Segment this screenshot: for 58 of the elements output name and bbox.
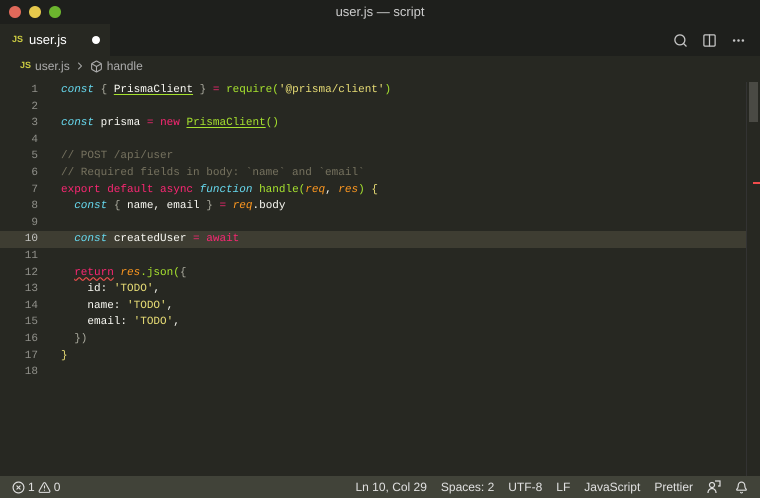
minimize-window-button[interactable] bbox=[29, 6, 41, 18]
tab-label: user.js bbox=[29, 31, 68, 50]
code-line: name: 'TODO', bbox=[86, 298, 174, 314]
status-item[interactable]: UTF-8 bbox=[508, 478, 542, 496]
line-number: 11 bbox=[24, 248, 38, 264]
line-number: 1 bbox=[30, 83, 38, 98]
status-item[interactable]: Ln 10, Col 29 bbox=[356, 478, 427, 496]
line-number: 17 bbox=[24, 348, 38, 364]
warning-icon bbox=[38, 480, 51, 494]
line-number: 14 bbox=[24, 298, 38, 314]
split-editor-icon[interactable] bbox=[702, 32, 717, 48]
line-number: 8 bbox=[30, 199, 38, 214]
line-number: 13 bbox=[24, 282, 38, 298]
code-line: return res.json({ bbox=[73, 266, 186, 281]
line-number: 5 bbox=[30, 149, 38, 164]
notifications-icon[interactable] bbox=[735, 480, 748, 494]
close-window-button[interactable] bbox=[9, 6, 21, 18]
editor-tab[interactable]: JS user.js bbox=[0, 24, 110, 56]
problems-indicator[interactable]: 1 0 bbox=[12, 478, 60, 496]
warning-count: 0 bbox=[54, 479, 60, 496]
line-number: 6 bbox=[30, 166, 38, 182]
search-icon[interactable] bbox=[673, 32, 688, 48]
code-line: }) bbox=[73, 332, 88, 347]
breadcrumb-symbol[interactable]: handle bbox=[106, 57, 143, 75]
error-icon bbox=[12, 480, 25, 494]
line-number: 7 bbox=[30, 182, 38, 198]
line-number: 16 bbox=[24, 332, 38, 347]
maximize-window-button[interactable] bbox=[49, 6, 61, 18]
status-item[interactable]: JavaScript bbox=[584, 478, 640, 496]
code-line: } bbox=[61, 348, 68, 364]
line-number: 4 bbox=[30, 132, 38, 148]
line-number: 9 bbox=[30, 216, 38, 231]
window-title: user.js — script bbox=[336, 3, 424, 22]
line-number: 12 bbox=[24, 266, 38, 281]
breadcrumb-file[interactable]: user.js bbox=[35, 57, 70, 75]
js-file-icon: JS bbox=[12, 33, 24, 47]
code-line: // Required fields in body: `name` and `email` bbox=[61, 166, 365, 182]
code-line: // POST /api/user bbox=[61, 149, 174, 164]
code-line: const prisma = new PrismaClient() bbox=[61, 116, 279, 132]
error-count: 1 bbox=[28, 479, 35, 496]
code-line: email: 'TODO', bbox=[86, 315, 180, 330]
status-item[interactable]: Spaces: 2 bbox=[440, 478, 494, 496]
code-line: const { PrismaClient } = require('@prisma/client') bbox=[61, 83, 392, 98]
line-number: 10 bbox=[24, 232, 38, 248]
code-line: const createdUser = await bbox=[73, 232, 240, 248]
scrollbar[interactable] bbox=[746, 82, 760, 476]
feedback-icon[interactable] bbox=[707, 480, 721, 494]
js-file-icon: JS bbox=[20, 59, 32, 73]
line-number: 2 bbox=[30, 100, 38, 115]
line-number: 18 bbox=[24, 365, 38, 380]
line-number: 3 bbox=[30, 116, 38, 132]
status-item[interactable]: LF bbox=[556, 478, 570, 496]
cube-icon bbox=[90, 60, 103, 72]
code-line: const { name, email } = req.body bbox=[73, 199, 286, 214]
line-number: 15 bbox=[24, 315, 38, 330]
code-line: id: 'TODO', bbox=[86, 282, 160, 298]
status-item[interactable]: Prettier bbox=[654, 478, 693, 496]
code-line: export default async function handle(req, res) { bbox=[61, 182, 378, 198]
